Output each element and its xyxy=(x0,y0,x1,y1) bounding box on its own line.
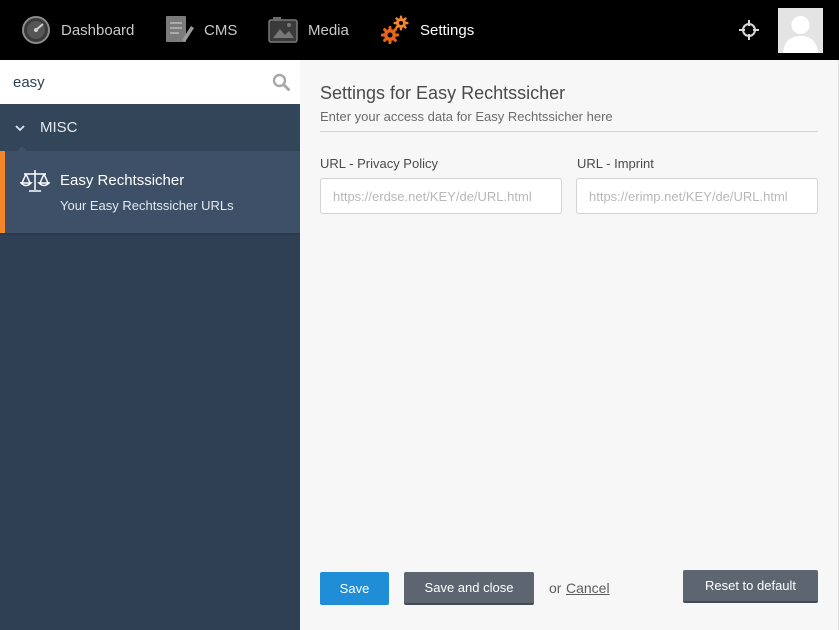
search-input[interactable] xyxy=(0,60,262,104)
save-button[interactable]: Save xyxy=(320,572,389,605)
nav-label-media: Media xyxy=(308,21,349,39)
page-title: Settings for Easy Rechtssicher xyxy=(320,83,566,103)
reset-to-default-button[interactable]: Reset to default xyxy=(683,570,818,603)
menu-divider xyxy=(0,233,300,235)
nav-item-dashboard[interactable]: Dashboard xyxy=(21,0,134,60)
speedometer-icon xyxy=(21,15,51,45)
scale-icon xyxy=(19,169,51,193)
imprint-url-label: URL - Imprint xyxy=(577,156,654,171)
cancel-link[interactable]: Cancel xyxy=(566,580,610,596)
header-divider xyxy=(320,131,818,132)
sidebar-item-easy-rechtssicher[interactable]: Easy Rechtssicher Your Easy Rechtssicher… xyxy=(0,151,300,233)
section-header-misc[interactable]: MISC xyxy=(0,104,300,151)
search-icon[interactable] xyxy=(272,73,290,91)
privacy-policy-url-field[interactable] xyxy=(320,178,562,214)
privacy-policy-url-label: URL - Privacy Policy xyxy=(320,156,438,171)
user-silhouette-icon xyxy=(778,8,823,53)
avatar[interactable] xyxy=(778,8,823,53)
nav-item-settings[interactable]: Settings xyxy=(380,0,474,60)
nav-label-dashboard: Dashboard xyxy=(61,21,135,39)
sidebar-search xyxy=(0,60,300,104)
document-edit-icon xyxy=(164,14,194,46)
or-text: or xyxy=(549,580,562,596)
page-subtitle: Enter your access data for Easy Rechtssi… xyxy=(320,109,613,124)
nav-item-cms[interactable]: CMS xyxy=(164,0,237,60)
chevron-down-icon xyxy=(14,121,26,133)
sidebar-item-subtitle: Your Easy Rechtssicher URLs xyxy=(60,198,234,213)
gears-icon xyxy=(380,14,410,46)
settings-panel: Settings for Easy Rechtssicher Enter you… xyxy=(300,60,839,630)
nav-item-media[interactable]: Media xyxy=(268,0,349,60)
top-navigation-bar: Dashboard CMS Media Settings xyxy=(0,0,839,60)
section-title: MISC xyxy=(40,119,78,136)
imprint-url-field[interactable] xyxy=(576,178,818,214)
image-icon xyxy=(268,16,298,44)
crosshair-icon[interactable] xyxy=(738,19,760,41)
sidebar-item-title: Easy Rechtssicher xyxy=(60,172,185,189)
nav-label-cms: CMS xyxy=(204,21,238,39)
save-and-close-button[interactable]: Save and close xyxy=(404,572,534,605)
nav-label-settings: Settings xyxy=(420,21,475,39)
sidebar: MISC Easy Rechtssicher Your Easy Rechtss… xyxy=(0,60,300,630)
